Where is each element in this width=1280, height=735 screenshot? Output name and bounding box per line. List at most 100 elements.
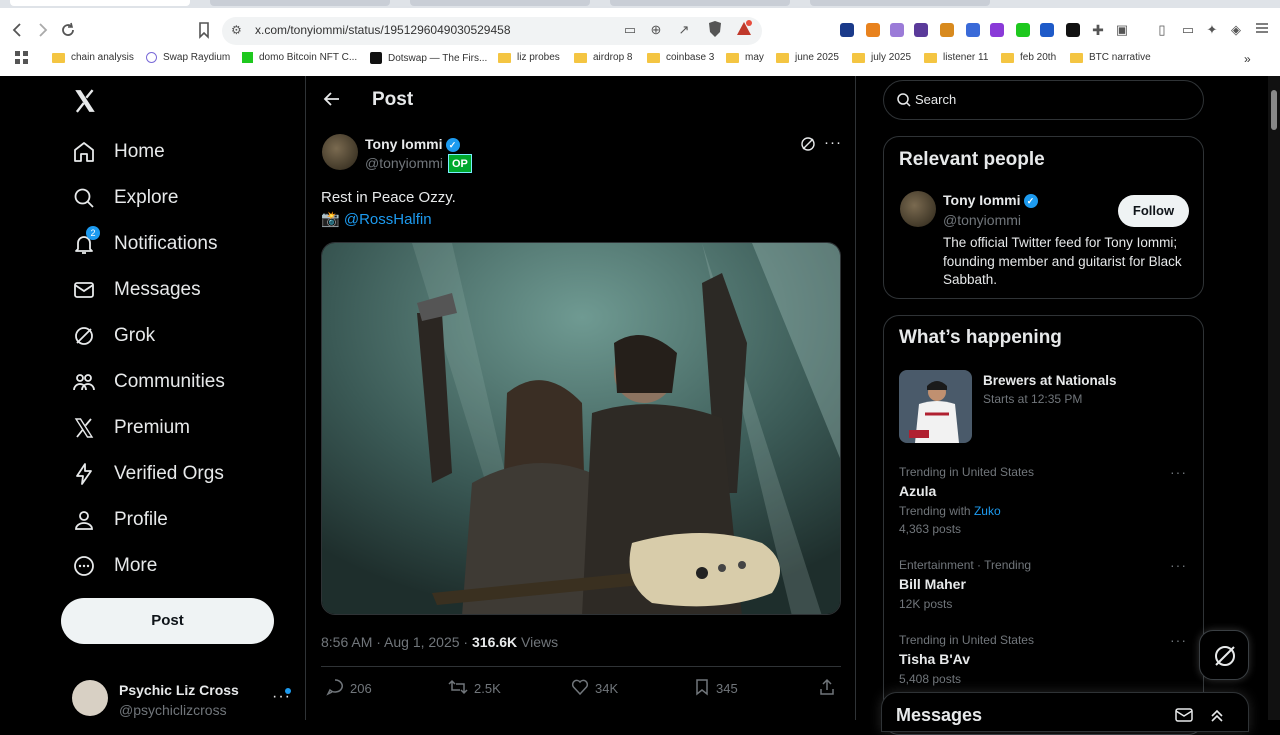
nav-verified-orgs[interactable]: Verified Orgs bbox=[72, 454, 224, 494]
sidebar-icon[interactable]: ▯ bbox=[1152, 20, 1172, 40]
x-logo-icon[interactable] bbox=[72, 88, 98, 119]
zoom-icon[interactable]: ⊕ bbox=[646, 20, 666, 40]
follow-button[interactable]: Follow bbox=[1118, 195, 1189, 227]
browser-tab[interactable] bbox=[410, 0, 590, 6]
like-button[interactable]: 34K bbox=[571, 678, 618, 699]
trend-name[interactable]: Bill Maher bbox=[899, 576, 966, 592]
bookmark-folder[interactable]: airdrop 8 bbox=[574, 52, 632, 63]
event-thumbnail[interactable] bbox=[899, 370, 972, 443]
bookmark-folder[interactable]: BTC narrative bbox=[1070, 52, 1151, 63]
grok-explain-icon[interactable] bbox=[800, 136, 816, 157]
browser-tab-active[interactable] bbox=[10, 0, 190, 6]
extension-icon[interactable] bbox=[1016, 23, 1030, 37]
brave-shield-icon[interactable] bbox=[705, 20, 725, 40]
share-icon[interactable]: ↗ bbox=[674, 20, 694, 40]
bookmark-folder[interactable]: may bbox=[726, 52, 764, 63]
url-text[interactable]: x.com/tonyiommi/status/19512960490305294… bbox=[255, 23, 511, 37]
extension-icon[interactable]: ▣ bbox=[1112, 20, 1132, 40]
site-info-icon[interactable]: ⚙ bbox=[231, 23, 242, 37]
trend-name[interactable]: Tisha B'Av bbox=[899, 651, 970, 667]
account-name: Psychic Liz Cross bbox=[119, 682, 239, 698]
author-handle[interactable]: @tonyiommi bbox=[365, 155, 443, 171]
extension-icon[interactable] bbox=[914, 23, 928, 37]
wallet-icon[interactable]: ▭ bbox=[1178, 20, 1198, 40]
bookmark-item[interactable]: domo Bitcoin NFT C... bbox=[242, 52, 357, 63]
folder-icon bbox=[776, 52, 789, 63]
search-input[interactable]: Search bbox=[883, 80, 1204, 120]
apps-grid-icon[interactable] bbox=[12, 50, 32, 70]
repost-button[interactable]: 2.5K bbox=[448, 678, 501, 699]
back-icon[interactable] bbox=[8, 20, 28, 40]
bookmark-button[interactable]: 345 bbox=[694, 678, 738, 699]
post-image[interactable] bbox=[321, 242, 841, 615]
messages-drawer[interactable]: Messages bbox=[881, 692, 1249, 732]
event-title[interactable]: Brewers at Nationals bbox=[983, 373, 1117, 388]
forward-icon[interactable] bbox=[32, 20, 52, 40]
mention-link[interactable]: @RossHalfin bbox=[344, 211, 432, 228]
extension-icon[interactable] bbox=[966, 23, 980, 37]
back-arrow-icon[interactable] bbox=[322, 89, 342, 114]
browser-tab[interactable] bbox=[210, 0, 390, 6]
extension-icon[interactable] bbox=[940, 23, 954, 37]
more-dots-icon[interactable]: ··· bbox=[824, 134, 842, 151]
baseball-player-image bbox=[899, 370, 972, 443]
nav-communities[interactable]: Communities bbox=[72, 362, 225, 402]
person-handle[interactable]: @tonyiommi bbox=[943, 212, 1021, 228]
account-switcher[interactable]: Psychic Liz Cross @psychiclizcross ··· bbox=[72, 680, 302, 720]
extension-icon[interactable] bbox=[1066, 23, 1080, 37]
chevron-up-icon[interactable] bbox=[1209, 707, 1225, 728]
author-name[interactable]: Tony Iommi ✓ bbox=[365, 136, 460, 153]
new-message-icon[interactable] bbox=[1175, 707, 1193, 728]
bookmark-folder[interactable]: june 2025 bbox=[776, 52, 839, 63]
menu-icon[interactable] bbox=[1252, 20, 1272, 40]
extension-icon[interactable] bbox=[990, 23, 1004, 37]
bookmark-item[interactable]: chain analysis bbox=[52, 52, 134, 63]
bookmark-item[interactable]: Swap Raydium bbox=[146, 52, 230, 63]
more-dots-icon[interactable]: ··· bbox=[1170, 464, 1187, 480]
grok-floating-button[interactable] bbox=[1199, 630, 1249, 680]
bookmark-page-icon[interactable] bbox=[194, 20, 214, 40]
cast-icon[interactable]: ▭ bbox=[620, 20, 640, 40]
trend-related-link[interactable]: Zuko bbox=[974, 504, 1001, 518]
nav-notifications[interactable]: 2 Notifications bbox=[72, 224, 218, 264]
reload-icon[interactable] bbox=[58, 20, 78, 40]
nav-home[interactable]: Home bbox=[72, 132, 165, 172]
leo-ai-icon[interactable]: ✦ bbox=[1202, 20, 1222, 40]
extension-icon[interactable] bbox=[1040, 23, 1054, 37]
nav-grok[interactable]: Grok bbox=[72, 316, 155, 356]
brave-rewards-icon[interactable] bbox=[734, 20, 754, 40]
nav-profile[interactable]: Profile bbox=[72, 500, 168, 540]
more-dots-icon[interactable]: ··· bbox=[1170, 632, 1187, 648]
more-dots-icon[interactable]: ··· bbox=[1170, 557, 1187, 573]
trend-name[interactable]: Azula bbox=[899, 483, 936, 499]
nav-label: Explore bbox=[114, 187, 179, 208]
extension-icon[interactable] bbox=[840, 23, 854, 37]
bookmark-folder[interactable]: listener 11 bbox=[924, 52, 988, 63]
nav-messages[interactable]: Messages bbox=[72, 270, 201, 310]
nav-label: Verified Orgs bbox=[114, 463, 224, 484]
timestamp-text[interactable]: 8:56 AM · Aug 1, 2025 · bbox=[321, 634, 472, 650]
metamask-icon[interactable] bbox=[866, 23, 880, 37]
share-icon[interactable] bbox=[818, 678, 836, 701]
browser-tab[interactable] bbox=[610, 0, 790, 6]
person-name[interactable]: Tony Iommi ✓ bbox=[943, 192, 1038, 209]
post-button[interactable]: Post bbox=[61, 598, 274, 644]
bookmarks-overflow-icon[interactable]: » bbox=[1244, 52, 1251, 66]
browser-tab[interactable] bbox=[810, 0, 990, 6]
bookmark-folder[interactable]: feb 20th bbox=[1001, 52, 1056, 63]
nav-explore[interactable]: Explore bbox=[72, 178, 178, 218]
bookmark-folder[interactable]: coinbase 3 bbox=[647, 52, 714, 63]
avatar[interactable] bbox=[900, 191, 936, 227]
avatar[interactable] bbox=[322, 134, 358, 170]
page-scrollbar[interactable] bbox=[1268, 76, 1280, 720]
bookmark-folder[interactable]: liz probes bbox=[498, 52, 560, 63]
bookmark-folder[interactable]: july 2025 bbox=[852, 52, 911, 63]
extensions-puzzle-icon[interactable]: ✚ bbox=[1088, 20, 1108, 40]
scrollbar-thumb[interactable] bbox=[1271, 90, 1277, 130]
reply-button[interactable]: 206 bbox=[326, 678, 372, 699]
vpn-icon[interactable]: ◈ bbox=[1226, 20, 1246, 40]
nav-more[interactable]: More bbox=[72, 546, 157, 586]
bookmark-item[interactable]: Dotswap — The Firs... bbox=[370, 52, 487, 64]
extension-icon[interactable] bbox=[890, 23, 904, 37]
nav-premium[interactable]: Premium bbox=[72, 408, 190, 448]
